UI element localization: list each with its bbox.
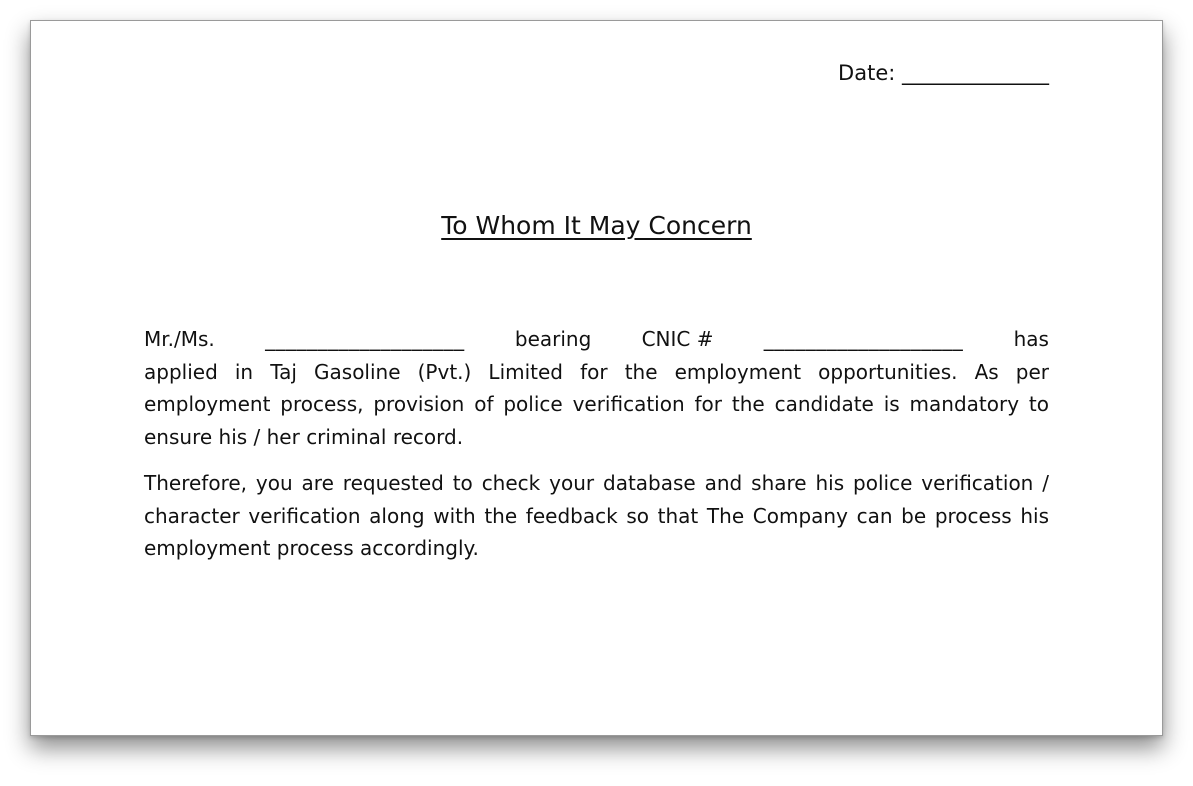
salutation-label: Mr./Ms. (144, 327, 215, 351)
bearing-text: bearing (514, 327, 592, 351)
date-line: Date: ______________ (838, 61, 1049, 85)
paragraph-request-body: applied in Taj Gasoline (Pvt.) Limited f… (144, 359, 1049, 449)
cnic-label: CNIC # (641, 327, 714, 351)
cnic-number-blank: ___________________ (763, 327, 964, 351)
paragraph-request: Mr./Ms. ___________________ bearing CNIC… (144, 323, 1049, 453)
candidate-info-line: Mr./Ms. ___________________ bearing CNIC… (144, 323, 1049, 356)
paragraph-verification: Therefore, you are requested to check yo… (144, 471, 1049, 560)
document-title: To Whom It May Concern (441, 211, 752, 240)
candidate-name-blank: ___________________ (265, 327, 465, 351)
has-text: has (1013, 327, 1049, 351)
document-page: Date: ______________ To Whom It May Conc… (30, 20, 1163, 736)
